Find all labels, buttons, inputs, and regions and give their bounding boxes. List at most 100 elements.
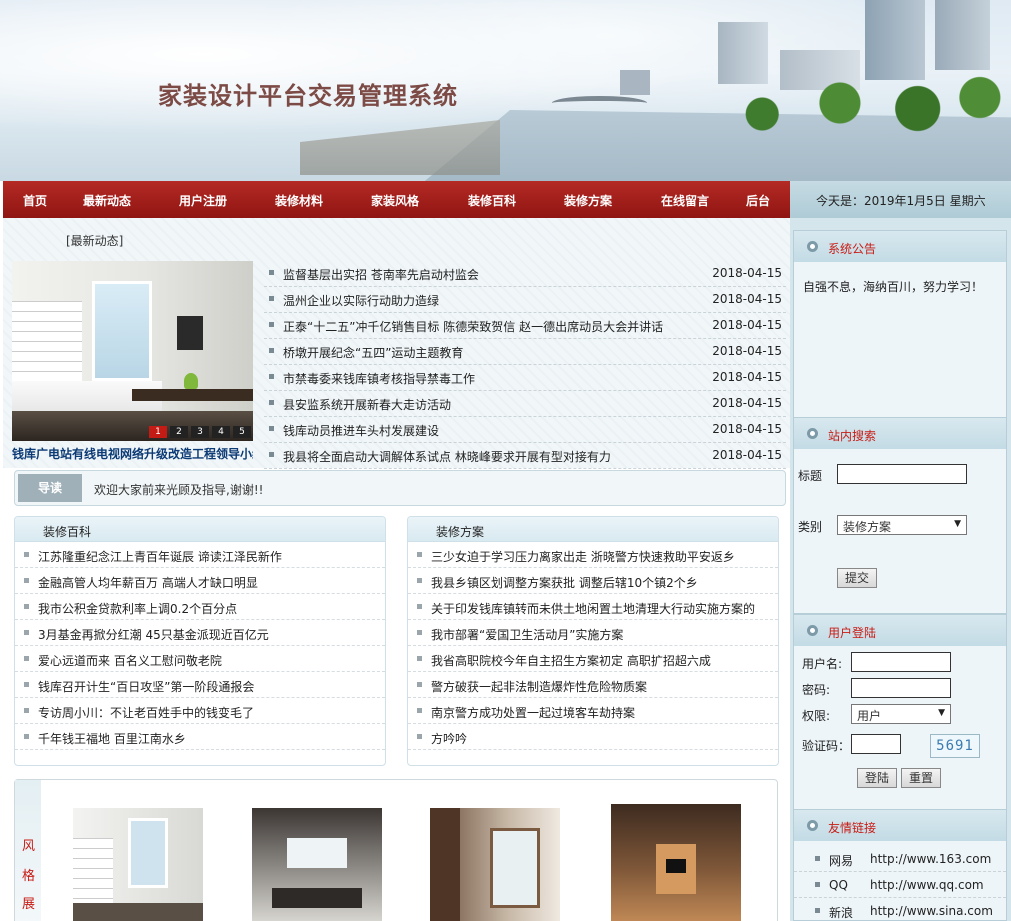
nav-materials[interactable]: 装修材料 [275, 192, 323, 209]
link-url[interactable]: http://www.163.com [870, 852, 991, 866]
username-input[interactable] [851, 652, 951, 672]
gallery-thumb[interactable] [611, 804, 741, 921]
bullet-icon [269, 426, 274, 431]
list-item[interactable]: 千年钱王福地 百里江南水乡 [15, 724, 385, 750]
slide-dot[interactable]: 4 [212, 426, 230, 438]
list-item[interactable]: 金融高管人均年薪百万 高端人才缺口明显 [15, 568, 385, 594]
article-title[interactable]: 三少女迫于学习压力离家出走 浙晓警方快速救助平安返乡 [431, 548, 735, 565]
news-title[interactable]: 我县将全面启动大调解体系试点 林晓峰要求开展有型对接有力 [283, 448, 611, 465]
nav-latest[interactable]: 最新动态 [83, 192, 131, 209]
nav-admin[interactable]: 后台 [746, 192, 770, 209]
bullet-icon [417, 630, 422, 635]
article-title[interactable]: 爱心远道而来 百名义工慰问敬老院 [38, 652, 222, 669]
article-title[interactable]: 我县乡镇区划调整方案获批 调整后辖10个镇2个乡 [431, 574, 698, 591]
role-select[interactable]: 用户 ▼ [851, 704, 951, 724]
banner-trees [700, 70, 1011, 180]
search-title-label: 标题 [798, 469, 823, 483]
list-item[interactable]: 我县乡镇区划调整方案获批 调整后辖10个镇2个乡 [408, 568, 778, 594]
list-item[interactable]: 南京警方成功处置一起过境客车劫持案 [408, 698, 778, 724]
search-submit-button[interactable]: 提交 [837, 568, 877, 588]
captcha-image[interactable]: 5691 [930, 734, 980, 758]
list-item[interactable]: 正泰“十二五”冲千亿销售目标 陈德荣致贺信 赵一德出席动员大会并讲话 2018-0… [264, 313, 786, 339]
nav-register[interactable]: 用户注册 [179, 192, 227, 209]
article-title[interactable]: 我省高职院校今年自主招生方案初定 高职扩招超六成 [431, 652, 711, 669]
list-item[interactable]: 我县将全面启动大调解体系试点 林晓峰要求开展有型对接有力 2018-04-15 [264, 443, 786, 469]
list-item[interactable]: 关于印发钱库镇转而未供土地闲置土地清理大行动实施方案的 [408, 594, 778, 620]
password-input[interactable] [851, 678, 951, 698]
login-button[interactable]: 登陆 [857, 768, 897, 788]
link-item[interactable]: QQ http://www.qq.com [794, 872, 1006, 898]
article-title[interactable]: 金融高管人均年薪百万 高端人才缺口明显 [38, 574, 258, 591]
news-title[interactable]: 市禁毒委来钱库镇考核指导禁毒工作 [283, 370, 475, 387]
slide-dot[interactable]: 2 [170, 426, 188, 438]
slide-dot[interactable]: 5 [233, 426, 251, 438]
nav-message[interactable]: 在线留言 [661, 192, 709, 209]
list-item[interactable]: 钱库动员推进车头村发展建设 2018-04-15 [264, 417, 786, 443]
gallery-thumb[interactable] [252, 808, 382, 921]
link-name[interactable]: 新浪 [829, 904, 853, 921]
article-title[interactable]: 我市公积金贷款利率上调0.2个百分点 [38, 600, 237, 617]
news-title[interactable]: 监督基层出实招 苍南率先启动村监会 [283, 266, 479, 283]
article-title[interactable]: 3月基金再掀分红潮 45只基金派现近百亿元 [38, 626, 269, 643]
link-name[interactable]: QQ [829, 878, 848, 892]
news-title[interactable]: 正泰“十二五”冲千亿销售目标 陈德荣致贺信 赵一德出席动员大会并讲话 [283, 318, 663, 335]
panel-body: 用户名: 密码: 权限: 用户 ▼ 验证码： 5691 登陆 重置 [794, 646, 1006, 809]
list-item[interactable]: 我市部署“爱国卫生活动月”实施方案 [408, 620, 778, 646]
news-title[interactable]: 桥墩开展纪念“五四”运动主题教育 [283, 344, 463, 361]
article-title[interactable]: 千年钱王福地 百里江南水乡 [38, 730, 186, 747]
article-title[interactable]: 方吟吟 [431, 730, 467, 747]
list-item[interactable]: 我市公积金贷款利率上调0.2个百分点 [15, 594, 385, 620]
link-name[interactable]: 网易 [829, 852, 853, 869]
news-slideshow[interactable]: 1 2 3 4 5 [12, 261, 253, 441]
reset-button[interactable]: 重置 [901, 768, 941, 788]
search-category-select[interactable]: 装修方案 ▼ [837, 515, 967, 535]
list-item[interactable]: 江苏隆重纪念江上青百年诞辰 谛读江泽民新作 [15, 542, 385, 568]
bullet-icon [269, 374, 274, 379]
captcha-input[interactable] [851, 734, 901, 754]
link-item[interactable]: 新浪 http://www.sina.com [794, 898, 1006, 921]
article-title[interactable]: 关于印发钱库镇转而未供土地闲置土地清理大行动实施方案的 [431, 600, 755, 617]
nav-fangan[interactable]: 装修方案 [564, 192, 612, 209]
link-item[interactable]: 网易 http://www.163.com [794, 846, 1006, 872]
news-title[interactable]: 县安监系统开展新春大走访活动 [283, 396, 451, 413]
role-label: 权限: [802, 709, 831, 723]
search-title-input[interactable] [837, 464, 967, 484]
slide-caption[interactable]: 钱库广电站有线电视网络升级改造工程领导小组 [12, 445, 253, 462]
news-title[interactable]: 钱库动员推进车头村发展建设 [283, 422, 439, 439]
article-title[interactable]: 专访周小川：不让老百姓手中的钱变毛了 [38, 704, 254, 721]
news-title[interactable]: 温州企业以实际行动助力造绿 [283, 292, 439, 309]
guide-tag: 导读 [18, 474, 82, 502]
nav-styles[interactable]: 家装风格 [371, 192, 419, 209]
list-item[interactable]: 钱库召开计生“百日攻坚”第一阶段通报会 [15, 672, 385, 698]
slide-dot[interactable]: 3 [191, 426, 209, 438]
bullet-icon [269, 270, 274, 275]
list-item[interactable]: 我省高职院校今年自主招生方案初定 高职扩招超六成 [408, 646, 778, 672]
bullet-icon [269, 296, 274, 301]
link-url[interactable]: http://www.qq.com [870, 878, 984, 892]
list-item[interactable]: 监督基层出实招 苍南率先启动村监会 2018-04-15 [264, 261, 786, 287]
dropdown-arrow-icon: ▼ [938, 708, 945, 718]
gallery-thumb[interactable] [430, 808, 560, 921]
list-item[interactable]: 专访周小川：不让老百姓手中的钱变毛了 [15, 698, 385, 724]
article-title[interactable]: 南京警方成功处置一起过境客车劫持案 [431, 704, 635, 721]
list-item[interactable]: 市禁毒委来钱库镇考核指导禁毒工作 2018-04-15 [264, 365, 786, 391]
article-title[interactable]: 钱库召开计生“百日攻坚”第一阶段通报会 [38, 678, 254, 695]
list-item[interactable]: 温州企业以实际行动助力造绿 2018-04-15 [264, 287, 786, 313]
list-item[interactable]: 爱心远道而来 百名义工慰问敬老院 [15, 646, 385, 672]
list-item[interactable]: 县安监系统开展新春大走访活动 2018-04-15 [264, 391, 786, 417]
gallery-thumb[interactable] [73, 808, 203, 921]
nav-baike[interactable]: 装修百科 [468, 192, 516, 209]
panel-body: 网易 http://www.163.com QQ http://www.qq.com… [794, 841, 1006, 920]
article-title[interactable]: 江苏隆重纪念江上青百年诞辰 谛读江泽民新作 [38, 548, 282, 565]
list-item[interactable]: 三少女迫于学习压力离家出走 浙晓警方快速救助平安返乡 [408, 542, 778, 568]
article-title[interactable]: 我市部署“爱国卫生活动月”实施方案 [431, 626, 623, 643]
list-item[interactable]: 方吟吟 [408, 724, 778, 750]
nav-home[interactable]: 首页 [23, 192, 47, 209]
list-item[interactable]: 警方破获一起非法制造爆炸性危险物质案 [408, 672, 778, 698]
list-item[interactable]: 桥墩开展纪念“五四”运动主题教育 2018-04-15 [264, 339, 786, 365]
list-item[interactable]: 3月基金再掀分红潮 45只基金派现近百亿元 [15, 620, 385, 646]
slide-dot[interactable]: 1 [149, 426, 167, 438]
bullet-icon [815, 882, 820, 887]
article-title[interactable]: 警方破获一起非法制造爆炸性危险物质案 [431, 678, 647, 695]
link-url[interactable]: http://www.sina.com [870, 904, 993, 918]
